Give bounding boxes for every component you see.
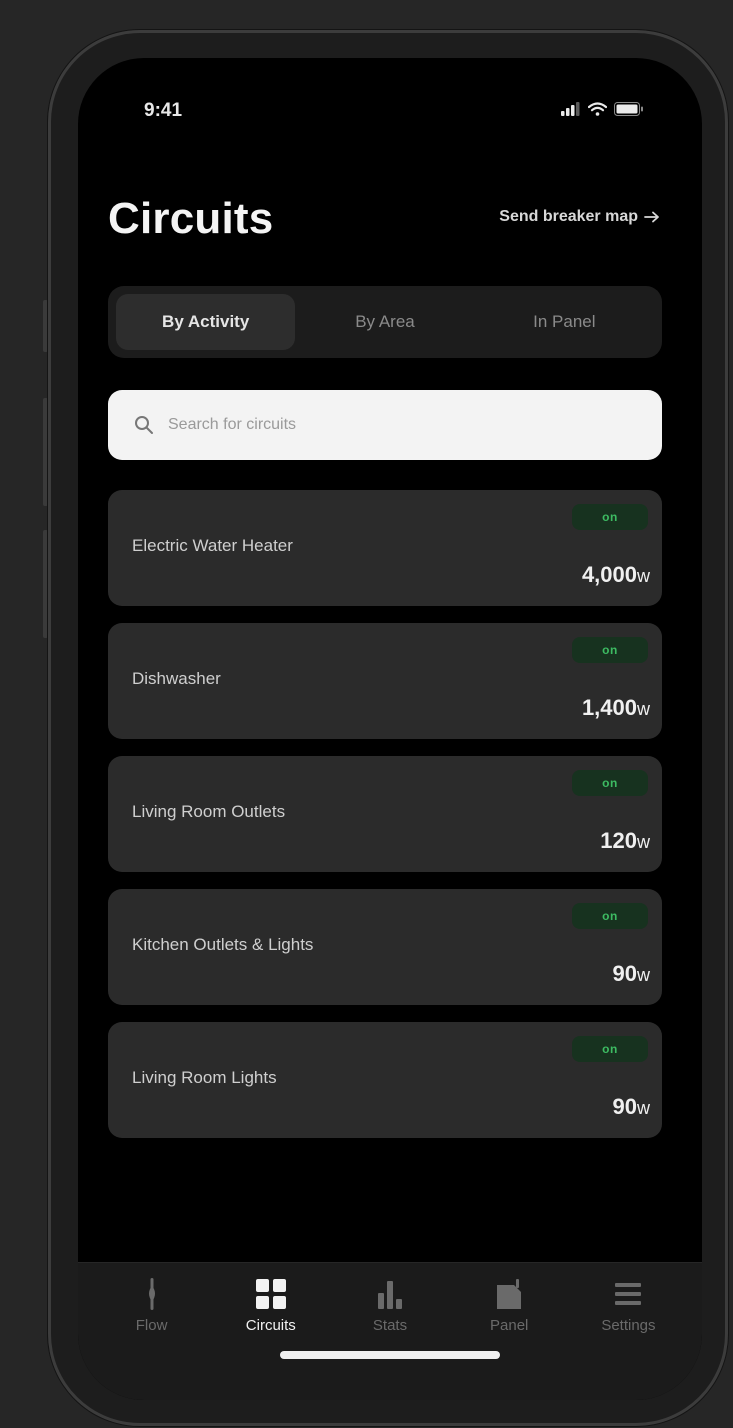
nav-circuits-label: Circuits	[245, 1317, 296, 1334]
circuit-name: Dishwasher	[132, 669, 221, 688]
power-value: 120	[600, 828, 637, 853]
nav-settings-label: Settings	[601, 1317, 656, 1334]
circuit-name: Kitchen Outlets & Lights	[132, 935, 314, 954]
nav-panel[interactable]: Panel	[450, 1277, 569, 1347]
tab-by-area[interactable]: By Area	[295, 294, 474, 350]
circuit-card-electric-water-heater[interactable]: Electric Water Heater on 4,000w	[108, 490, 662, 606]
power-value: 4,000	[581, 562, 637, 587]
circuit-power: 90w	[613, 1094, 650, 1120]
power-unit: w	[637, 699, 650, 719]
nav-settings[interactable]: Settings	[569, 1277, 688, 1347]
circuit-name: Living Room Lights	[132, 1068, 277, 1087]
status-badge: on	[572, 903, 648, 929]
power-unit: w	[637, 832, 650, 852]
search-input[interactable]	[166, 415, 590, 435]
search-icon	[135, 416, 153, 434]
app-screen: 9:41 Circuits Send breaker map By Activi…	[78, 58, 702, 1400]
power-value: 90	[612, 1094, 637, 1119]
panel-icon	[497, 1279, 522, 1309]
circuit-card-living-room-lights[interactable]: Living Room Lights on 90w	[108, 1022, 662, 1138]
flow-icon	[148, 1278, 155, 1310]
view-segmented-control: By Activity By Area In Panel	[108, 286, 662, 358]
bottom-tabs: Flow Circuits Stats Panel Settings	[92, 1277, 688, 1347]
circuit-power: 1,400w	[582, 695, 650, 721]
status-badge: on	[572, 770, 648, 796]
circuit-list: Electric Water Heater on 4,000w Dishwash…	[108, 490, 662, 1155]
nav-stats-label: Stats	[372, 1317, 408, 1334]
cellular-signal-icon	[561, 102, 580, 116]
status-time: 9:41	[144, 100, 183, 121]
circuit-power: 90w	[613, 961, 650, 987]
circuits-grid-icon	[255, 1279, 286, 1309]
circuit-name: Electric Water Heater	[132, 536, 293, 555]
power-unit: w	[637, 1098, 650, 1118]
home-indicator[interactable]	[280, 1351, 500, 1359]
status-badge: on	[572, 504, 648, 530]
power-unit: w	[637, 566, 650, 586]
bar-chart-icon	[378, 1281, 402, 1309]
nav-flow-label: Flow	[135, 1317, 168, 1334]
bottom-tab-bar: Flow Circuits Stats Panel Settings	[78, 1262, 702, 1400]
circuit-name: Living Room Outlets	[132, 802, 286, 821]
power-value: 90	[612, 961, 637, 986]
tab-by-activity[interactable]: By Activity	[116, 294, 296, 350]
power-value: 1,400	[581, 695, 637, 720]
battery-icon	[614, 102, 643, 116]
circuit-power: 120w	[600, 828, 650, 854]
circuit-card-living-room-outlets[interactable]: Living Room Outlets on 120w	[108, 756, 662, 872]
circuit-card-kitchen-outlets-lights[interactable]: Kitchen Outlets & Lights on 90w	[108, 889, 662, 1005]
page-title: Circuits	[108, 194, 274, 243]
nav-panel-label: Panel	[490, 1317, 529, 1334]
send-breaker-map-label: Send breaker map	[499, 208, 638, 225]
status-badge: on	[572, 637, 648, 663]
device-frame-backdrop: 9:41 Circuits Send breaker map By Activi…	[0, 0, 733, 1428]
power-unit: w	[637, 965, 650, 985]
circuit-card-dishwasher[interactable]: Dishwasher on 1,400w	[108, 623, 662, 739]
nav-flow[interactable]: Flow	[92, 1277, 211, 1347]
tab-in-panel[interactable]: In Panel	[475, 294, 654, 350]
status-badge: on	[572, 1036, 648, 1062]
search-bar	[108, 390, 662, 460]
arrow-right-icon	[644, 211, 659, 223]
nav-circuits[interactable]: Circuits	[211, 1277, 330, 1347]
status-icons	[561, 102, 644, 116]
send-breaker-map-link[interactable]: Send breaker map	[499, 208, 660, 226]
wifi-icon	[588, 102, 607, 116]
circuit-power: 4,000w	[582, 562, 650, 588]
nav-stats[interactable]: Stats	[330, 1277, 449, 1347]
menu-icon	[615, 1283, 642, 1305]
